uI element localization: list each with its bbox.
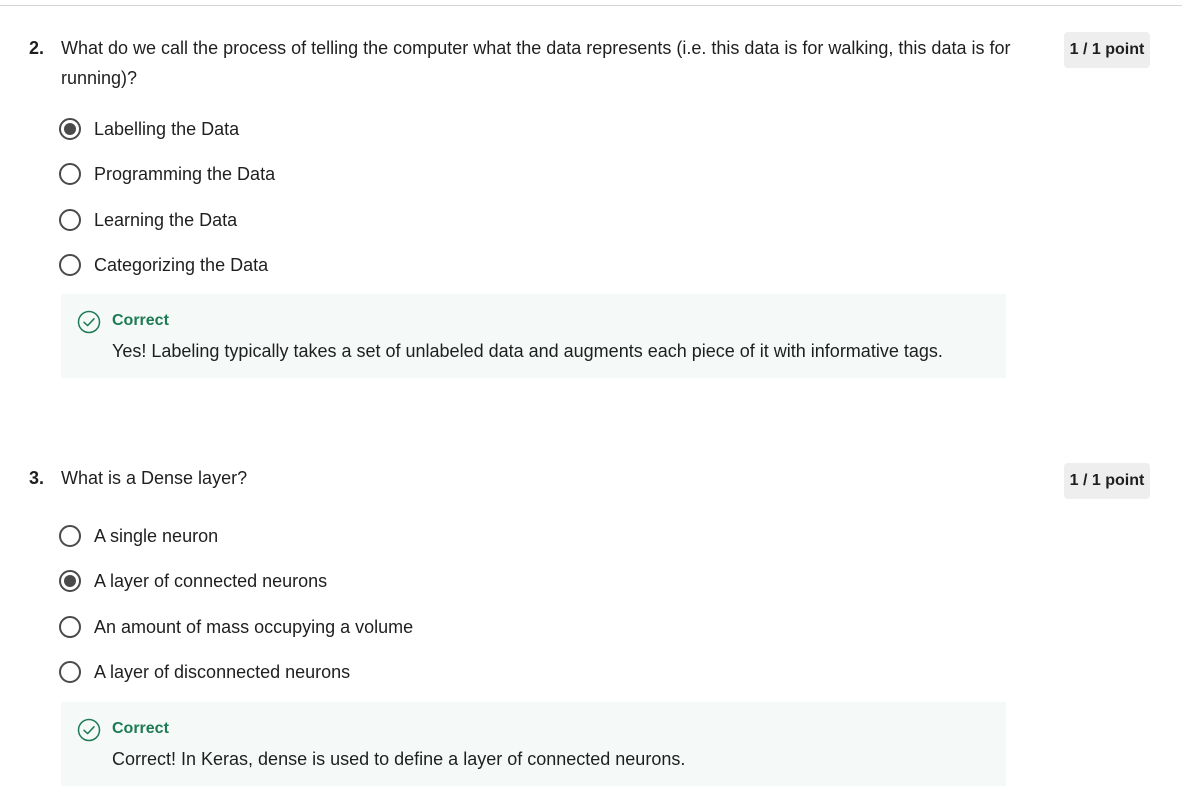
option-label: Categorizing the Data xyxy=(94,255,269,275)
check-circle-icon xyxy=(77,310,101,334)
option-a-single-neuron[interactable]: A single neuron xyxy=(59,522,218,550)
top-divider xyxy=(0,5,1182,6)
option-label: Programming the Data xyxy=(94,164,276,184)
option-label: Labelling the Data xyxy=(94,119,240,139)
radio-dot xyxy=(64,575,76,587)
feedback-text: Correct! In Keras, dense is used to defi… xyxy=(112,749,686,769)
question-number: 3. xyxy=(29,468,45,488)
option-categorizing-the-data[interactable]: Categorizing the Data xyxy=(59,251,268,279)
feedback-text: Yes! Labeling typically takes a set of u… xyxy=(112,341,943,361)
radio-unselected-icon[interactable] xyxy=(59,163,81,185)
option-a-layer-of-connected-neurons[interactable]: A layer of connected neurons xyxy=(59,567,327,595)
option-label: Learning the Data xyxy=(94,210,238,230)
radio-unselected-icon[interactable] xyxy=(59,209,81,231)
option-label: A layer of disconnected neurons xyxy=(94,662,351,682)
radio-dot xyxy=(64,123,76,135)
radio-selected-icon[interactable] xyxy=(59,570,81,592)
option-programming-the-data[interactable]: Programming the Data xyxy=(59,160,275,188)
points-badge: 1 / 1 point xyxy=(1064,463,1150,499)
option-label: A layer of connected neurons xyxy=(94,571,328,591)
question-text: What is a Dense layer? xyxy=(61,468,248,488)
points-badge: 1 / 1 point xyxy=(1064,32,1150,68)
option-an-amount-of-mass[interactable]: An amount of mass occupying a volume xyxy=(59,613,413,641)
option-label: A single neuron xyxy=(94,526,219,546)
question-number: 2. xyxy=(29,38,45,58)
radio-unselected-icon[interactable] xyxy=(59,525,81,547)
feedback-title: Correct xyxy=(112,312,169,329)
radio-unselected-icon[interactable] xyxy=(59,661,81,683)
radio-selected-icon[interactable] xyxy=(59,118,81,140)
feedback-correct: Correct Yes! Labeling typically takes a … xyxy=(61,294,1006,378)
question-text: What do we call the process of telling t… xyxy=(61,38,1011,88)
feedback-correct: Correct Correct! In Keras, dense is used… xyxy=(61,702,1006,786)
radio-unselected-icon[interactable] xyxy=(59,254,81,276)
option-labelling-the-data[interactable]: Labelling the Data xyxy=(59,115,239,143)
check-circle-icon xyxy=(77,718,101,742)
feedback-title: Correct xyxy=(112,720,169,737)
option-a-layer-of-disconnected-neurons[interactable]: A layer of disconnected neurons xyxy=(59,658,350,686)
option-label: An amount of mass occupying a volume xyxy=(94,617,414,637)
option-learning-the-data[interactable]: Learning the Data xyxy=(59,206,237,234)
radio-unselected-icon[interactable] xyxy=(59,616,81,638)
